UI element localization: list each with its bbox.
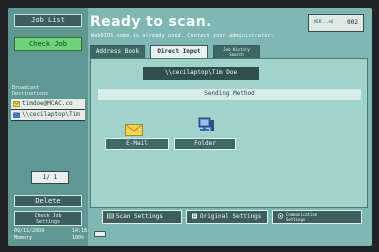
scan-settings-label: Scan Settings: [116, 213, 163, 220]
tab-history-line2: Search: [229, 52, 244, 57]
destination-item[interactable]: timdoe@MCAC.co: [11, 99, 85, 110]
status-footer: 09/11/2009 14:18 Memory 100%: [12, 226, 368, 244]
destination-text: timdoe@MCAC.co: [22, 100, 73, 107]
original-settings-button[interactable]: Original Settings: [186, 210, 268, 224]
destination-item[interactable]: \\cecilaptop\Tim: [11, 110, 85, 121]
tab-address-book[interactable]: Address Book: [90, 45, 145, 58]
memory-status-box: MEM...ed 002: [308, 14, 364, 32]
folder-icon: [13, 112, 20, 118]
status-message: WebDIOS name is already used. Contact yo…: [91, 33, 274, 39]
broadcast-destinations-label: Broadcast Destinations: [12, 85, 84, 97]
broadcast-destination-list: timdoe@MCAC.co \\cecilaptop\Tim: [11, 99, 85, 121]
footer-time: 14:18: [72, 228, 88, 234]
job-list-button[interactable]: Job List: [14, 14, 82, 27]
status-title: Ready to scan.: [90, 14, 212, 30]
communication-settings-label: Communication Settings: [286, 212, 317, 222]
destination-text: \\cecilaptop\Tim: [22, 111, 80, 118]
left-panel: Job List Check Job Broadcast Destination…: [8, 8, 88, 246]
check-job-button[interactable]: Check Job: [14, 37, 82, 51]
original-settings-label: Original Settings: [200, 213, 262, 220]
footer-memory-percent: 100%: [72, 235, 85, 241]
footer-date: 09/11/2009: [14, 228, 45, 234]
destination-display: \\cecilaptop\Tim Doe: [143, 67, 259, 80]
computer-folder-icon: [197, 117, 215, 133]
original-document-icon: [191, 212, 198, 219]
scan-settings-button[interactable]: Scan Settings: [102, 210, 182, 224]
memory-value: 002: [347, 19, 358, 26]
memory-label: MEM...ed: [314, 19, 334, 24]
email-envelope-icon: [125, 121, 143, 136]
check-settings-line2: Settings: [35, 219, 61, 225]
memory-meter: [94, 231, 106, 237]
touch-screen: Job List Check Job Broadcast Destination…: [8, 8, 372, 246]
communication-icon: [277, 212, 284, 219]
page-indicator: 1/ 1: [31, 171, 69, 184]
communication-settings-button[interactable]: Communication Settings: [272, 210, 362, 224]
check-job-settings-button[interactable]: Check Job Settings: [14, 211, 82, 226]
device-bezel: Job List Check Job Broadcast Destination…: [0, 0, 379, 252]
broadcast-label-line2: Destinations: [12, 91, 49, 97]
sending-method-header: Sending Method: [98, 89, 361, 100]
email-button[interactable]: E-Mail: [105, 138, 169, 150]
email-icon: [13, 101, 20, 107]
settings-button-bar: Scan Settings Original Settings Communic…: [90, 210, 368, 224]
folder-button[interactable]: Folder: [174, 138, 236, 150]
tab-job-history-search[interactable]: Job History Search: [213, 45, 260, 58]
communication-line2: Settings: [286, 217, 306, 222]
delete-button[interactable]: Delete: [14, 195, 82, 207]
footer-memory-label: Memory: [14, 235, 33, 241]
scan-icon: [107, 212, 114, 219]
direct-input-panel: \\cecilaptop\Tim Doe Sending Method E-Ma…: [90, 58, 368, 208]
tab-direct-input[interactable]: Direct Input: [150, 45, 208, 58]
